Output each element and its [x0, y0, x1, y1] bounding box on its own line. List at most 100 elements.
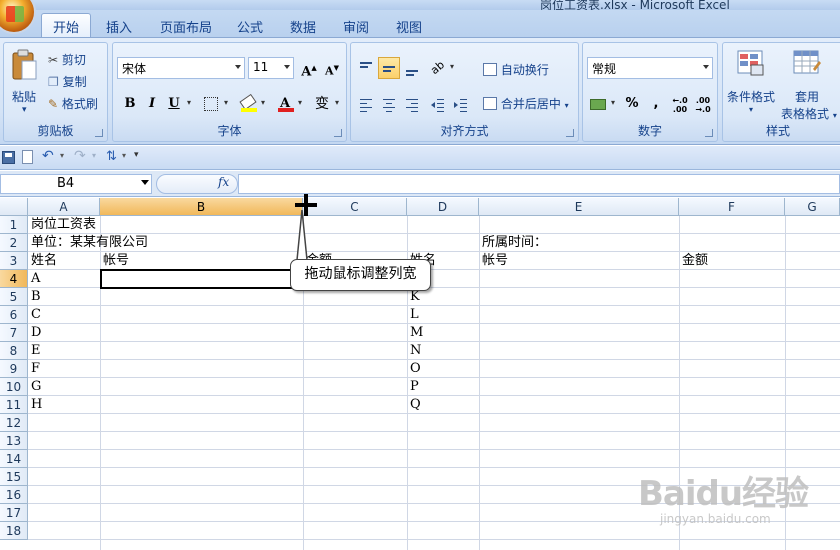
- align-center-button[interactable]: [378, 93, 400, 115]
- formula-input[interactable]: [238, 174, 840, 194]
- insert-function-button[interactable]: fx: [218, 175, 229, 189]
- column-header-a[interactable]: A: [28, 198, 100, 216]
- align-bottom-button[interactable]: [401, 57, 423, 79]
- active-cell-b4[interactable]: [100, 269, 304, 289]
- orientation-button[interactable]: ab: [427, 57, 449, 79]
- decrease-indent-button[interactable]: [427, 93, 449, 115]
- percent-button[interactable]: %: [621, 93, 643, 115]
- orientation-dropdown-icon[interactable]: ▾: [450, 62, 454, 71]
- shrink-font-button[interactable]: A▼: [321, 57, 343, 79]
- column-header-g[interactable]: G: [785, 198, 840, 216]
- row-header-5[interactable]: 5: [0, 288, 28, 306]
- format-painter-button[interactable]: ✎ 格式刷: [48, 95, 98, 112]
- cut-button[interactable]: ✂ 剪切: [48, 51, 86, 68]
- format-as-table-button[interactable]: 表格格式 ▾: [781, 105, 837, 122]
- sort-icon[interactable]: ⇅: [106, 149, 117, 164]
- align-top-button[interactable]: [355, 57, 377, 79]
- cell-a8[interactable]: E: [31, 342, 41, 360]
- decrease-decimal-button[interactable]: .00 →.0: [692, 93, 714, 115]
- row-header-15[interactable]: 15: [0, 468, 28, 486]
- borders-dropdown-icon[interactable]: ▾: [224, 98, 228, 107]
- format-as-table-line1[interactable]: 套用: [795, 88, 819, 105]
- row-header-12[interactable]: 12: [0, 414, 28, 432]
- tab-review[interactable]: 审阅: [343, 17, 369, 36]
- row-header-3[interactable]: 3: [0, 252, 28, 270]
- alignment-launcher-icon[interactable]: [566, 129, 574, 137]
- column-header-c[interactable]: C: [303, 198, 407, 216]
- merge-dropdown-icon[interactable]: ▾: [565, 101, 569, 110]
- cell-e3[interactable]: 帐号: [482, 252, 508, 270]
- grow-font-button[interactable]: A▲: [298, 57, 320, 79]
- increase-indent-button[interactable]: [450, 93, 472, 115]
- column-header-f[interactable]: F: [679, 198, 785, 216]
- comma-button[interactable]: ,: [645, 93, 667, 115]
- font-size-select[interactable]: 11: [248, 57, 294, 79]
- cell-d10[interactable]: P: [410, 378, 419, 396]
- redo-dropdown-icon[interactable]: ▾: [92, 151, 96, 160]
- merge-center-button[interactable]: 合并后居中 ▾: [483, 95, 569, 112]
- sort-dropdown-icon[interactable]: ▾: [122, 151, 126, 160]
- fill-color-button[interactable]: [237, 93, 259, 115]
- undo-dropdown-icon[interactable]: ▾: [60, 151, 64, 160]
- cell-a6[interactable]: C: [31, 306, 41, 324]
- paste-dropdown-icon[interactable]: ▾: [22, 105, 27, 115]
- italic-button[interactable]: I: [141, 93, 163, 115]
- row-header-11[interactable]: 11: [0, 396, 28, 414]
- row-header-10[interactable]: 10: [0, 378, 28, 396]
- wrap-text-button[interactable]: 自动换行: [483, 61, 549, 78]
- row-header-1[interactable]: 1: [0, 216, 28, 234]
- currency-button[interactable]: [587, 93, 609, 115]
- column-header-e[interactable]: E: [479, 198, 679, 216]
- underline-button[interactable]: U: [163, 93, 185, 115]
- column-header-d[interactable]: D: [407, 198, 479, 216]
- row-header-18[interactable]: 18: [0, 522, 28, 540]
- bold-button[interactable]: B: [119, 93, 141, 115]
- cell-a5[interactable]: B: [31, 288, 41, 306]
- font-name-select[interactable]: 宋体: [117, 57, 245, 79]
- row-header-14[interactable]: 14: [0, 450, 28, 468]
- phonetic-dropdown-icon[interactable]: ▾: [335, 98, 339, 107]
- tab-view[interactable]: 视图: [396, 17, 422, 36]
- underline-dropdown-icon[interactable]: ▾: [187, 98, 191, 107]
- select-all-corner[interactable]: [0, 198, 28, 216]
- row-header-16[interactable]: 16: [0, 486, 28, 504]
- cell-a10[interactable]: G: [31, 378, 41, 396]
- column-header-b[interactable]: B: [100, 198, 303, 216]
- name-box-dropdown-icon[interactable]: [141, 180, 149, 185]
- paste-button[interactable]: 粘贴: [12, 88, 36, 105]
- row-header-2[interactable]: 2: [0, 234, 28, 252]
- cell-d6[interactable]: L: [410, 306, 419, 324]
- row-header-9[interactable]: 9: [0, 360, 28, 378]
- cell-a3[interactable]: 姓名: [31, 252, 57, 270]
- font-launcher-icon[interactable]: [334, 129, 342, 137]
- name-box[interactable]: B4: [0, 174, 152, 194]
- new-document-icon[interactable]: [22, 150, 33, 164]
- customize-qat-icon[interactable]: ▾: [134, 150, 139, 160]
- save-icon[interactable]: [2, 151, 15, 164]
- row-header-7[interactable]: 7: [0, 324, 28, 342]
- row-header-4[interactable]: 4: [0, 270, 28, 288]
- number-format-select[interactable]: 常规: [587, 57, 713, 79]
- tab-data[interactable]: 数据: [290, 17, 316, 36]
- tab-home[interactable]: 开始: [41, 13, 92, 39]
- cell-a9[interactable]: F: [31, 360, 40, 378]
- cell-a4[interactable]: A: [31, 270, 40, 288]
- align-left-button[interactable]: [355, 93, 377, 115]
- fill-color-dropdown-icon[interactable]: ▾: [261, 98, 265, 107]
- copy-button[interactable]: ❐ 复制: [48, 73, 87, 90]
- row-header-17[interactable]: 17: [0, 504, 28, 522]
- tab-insert[interactable]: 插入: [106, 17, 132, 36]
- number-launcher-icon[interactable]: [705, 129, 713, 137]
- increase-decimal-button[interactable]: ←.0.00: [669, 93, 691, 115]
- font-color-button[interactable]: A: [274, 93, 296, 115]
- cell-e2[interactable]: 所属时间：: [482, 234, 547, 252]
- cell-b3[interactable]: 帐号: [103, 252, 129, 270]
- cell-d7[interactable]: M: [410, 324, 423, 342]
- tab-page-layout[interactable]: 页面布局: [160, 17, 212, 36]
- borders-button[interactable]: [200, 93, 222, 115]
- cell-a2[interactable]: 单位：某某有限公司: [31, 234, 148, 252]
- cell-f3[interactable]: 金额: [682, 252, 708, 270]
- currency-dropdown-icon[interactable]: ▾: [611, 98, 615, 107]
- cell-d9[interactable]: O: [410, 360, 421, 378]
- cell-d11[interactable]: Q: [410, 396, 421, 414]
